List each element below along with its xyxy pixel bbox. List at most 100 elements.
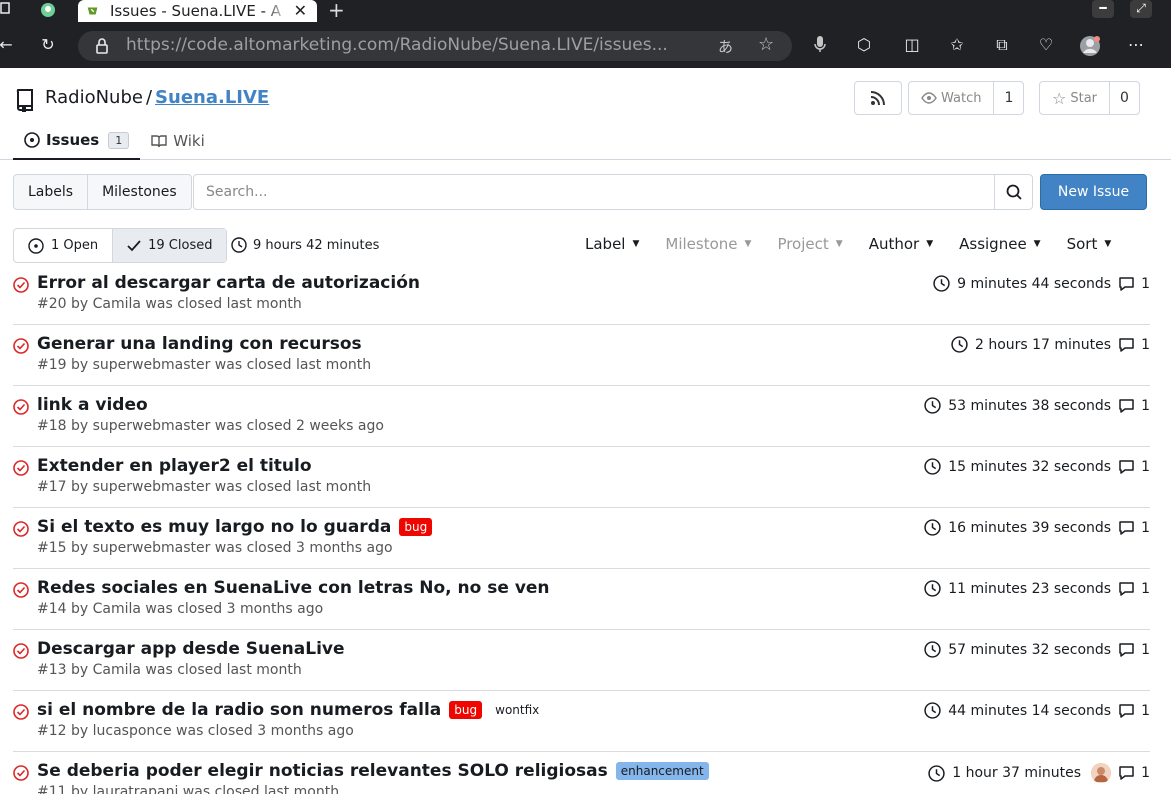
sort-dropdown[interactable]: Sort ▼ [1067, 235, 1112, 253]
tab-close-icon[interactable]: ✕ [294, 1, 307, 20]
caret-down-icon: ▼ [1033, 239, 1041, 249]
issue-open-icon [24, 132, 40, 148]
watch-count[interactable]: 1 [993, 82, 1023, 114]
new-issue-button[interactable]: New Issue [1040, 174, 1147, 210]
collections-icon[interactable]: ⧉ [990, 35, 1014, 55]
issue-title-line: Generar una landing con recursos [37, 334, 362, 354]
milestone-filter-dropdown[interactable]: Milestone ▼ [665, 235, 751, 253]
lock-icon[interactable] [95, 37, 109, 55]
star-icon: ☆ [1052, 88, 1067, 108]
browser-essentials-icon[interactable]: ♡ [1034, 35, 1058, 55]
comment-icon[interactable] [1118, 703, 1135, 719]
assignee-avatar[interactable] [1091, 763, 1112, 783]
issue-title-link[interactable]: si el nombre de la radio son numeros fal… [37, 700, 441, 720]
url-text[interactable]: https://code.altomarketing.com/RadioNube… [126, 35, 696, 55]
comment-icon[interactable] [1118, 642, 1135, 658]
comment-icon[interactable] [1118, 520, 1135, 536]
author-filter-dropdown[interactable]: Author ▼ [869, 235, 933, 253]
label-wontfix[interactable]: wontfix [490, 701, 545, 719]
issue-title-link[interactable]: Descargar app desde SuenaLive [37, 639, 345, 659]
comment-count[interactable]: 1 [1141, 276, 1150, 292]
label-enhancement[interactable]: enhancement [615, 762, 709, 780]
rss-button[interactable] [854, 81, 902, 115]
refresh-icon[interactable]: ↻ [36, 35, 60, 55]
issue-closed-icon [13, 460, 29, 480]
search-input[interactable] [194, 175, 994, 209]
issue-row: Se deberia poder elegir noticias relevan… [13, 752, 1150, 794]
issue-title-link[interactable]: Se deberia poder elegir noticias relevan… [37, 761, 608, 781]
issue-meta: #13 by Camila was closed last month [37, 662, 302, 678]
labels-button[interactable]: Labels [14, 175, 87, 209]
comment-icon[interactable] [1118, 276, 1135, 292]
issue-title-link[interactable]: Generar una landing con recursos [37, 334, 362, 354]
tab-wiki[interactable]: Wiki [140, 122, 216, 160]
issue-title-link[interactable]: link a video [37, 395, 148, 415]
comment-icon[interactable] [1118, 581, 1135, 597]
assignee-filter-dropdown[interactable]: Assignee ▼ [959, 235, 1040, 253]
label-bug[interactable]: bug [399, 518, 433, 536]
more-menu-icon[interactable]: ⋯ [1124, 35, 1148, 55]
eye-icon [921, 92, 937, 104]
minimize-icon[interactable]: ━ [1092, 0, 1114, 18]
clock-icon [924, 641, 941, 658]
check-icon [127, 239, 141, 251]
favorites-icon[interactable]: ✩ [945, 35, 969, 55]
address-bar[interactable]: https://code.altomarketing.com/RadioNube… [78, 31, 792, 61]
project-filter-dropdown[interactable]: Project ▼ [777, 235, 842, 253]
comment-count[interactable]: 1 [1141, 703, 1150, 719]
issue-title-link[interactable]: Error al descargar carta de autorización [37, 273, 420, 293]
repo-title: RadioNube / Suena.LIVE [45, 87, 269, 108]
split-screen-icon[interactable]: ◫ [900, 35, 924, 55]
star-count[interactable]: 0 [1109, 82, 1139, 114]
comment-icon[interactable] [1118, 337, 1135, 353]
issue-title-link[interactable]: Si el texto es muy largo no lo guarda [37, 517, 391, 537]
repo-owner-link[interactable]: RadioNube [45, 87, 143, 108]
issue-tracked-time: 57 minutes 32 seconds [948, 641, 1112, 658]
tab-active[interactable]: Issues - Suena.LIVE - A ✕ [78, 0, 317, 22]
url-host: https://code.altomarketing.com [126, 35, 394, 55]
star-button[interactable]: ☆ Star 0 [1039, 81, 1140, 115]
issue-row: Redes sociales en SuenaLive con letras N… [13, 569, 1150, 630]
comment-count[interactable]: 1 [1141, 642, 1150, 658]
clock-icon [231, 237, 247, 253]
profile-avatar[interactable] [1078, 35, 1102, 62]
comment-icon[interactable] [1118, 765, 1135, 781]
comment-icon[interactable] [1118, 398, 1135, 414]
tab-issues[interactable]: Issues 1 [13, 122, 141, 160]
favorite-star-icon[interactable]: ☆ [758, 34, 774, 55]
issue-state-toggle: 1 Open 19 Closed [13, 228, 228, 263]
back-icon[interactable]: ← [0, 35, 18, 55]
comment-count[interactable]: 1 [1141, 520, 1150, 536]
search-button[interactable] [994, 175, 1032, 209]
open-issues-button[interactable]: 1 Open [14, 229, 112, 262]
label-filter-dropdown[interactable]: Label ▼ [585, 235, 639, 253]
tab-inactive[interactable] [40, 0, 70, 22]
comment-icon[interactable] [1118, 459, 1135, 475]
comment-count[interactable]: 1 [1141, 337, 1150, 353]
issue-title-link[interactable]: Extender en player2 el titulo [37, 456, 312, 476]
new-tab-icon[interactable]: + [328, 0, 345, 20]
issue-stats: 9 minutes 44 seconds 1 [933, 275, 1150, 292]
microphone-icon[interactable] [808, 35, 832, 58]
repo-name-link[interactable]: Suena.LIVE [155, 87, 269, 108]
comment-count[interactable]: 1 [1141, 398, 1150, 414]
sidebar-toggle-icon[interactable] [0, 0, 12, 22]
read-aloud-icon[interactable]: あ [718, 36, 733, 57]
label-bug[interactable]: bug [449, 701, 483, 719]
issue-title-link[interactable]: Redes sociales en SuenaLive con letras N… [37, 578, 550, 598]
issue-title-line: Si el texto es muy largo no lo guarda bug [37, 517, 433, 537]
author-filter-text: Author [868, 235, 920, 253]
comment-count[interactable]: 1 [1141, 581, 1150, 597]
extensions-icon[interactable]: ⬡ [852, 35, 876, 55]
closed-issues-button[interactable]: 19 Closed [112, 229, 227, 262]
restore-icon[interactable]: ⤢ [1130, 0, 1152, 18]
milestones-button[interactable]: Milestones [87, 175, 191, 209]
comment-count[interactable]: 1 [1141, 459, 1150, 475]
issue-tracked-time: 11 minutes 23 seconds [948, 580, 1112, 597]
total-tracked-time: 9 hours 42 minutes [231, 237, 379, 253]
watch-button[interactable]: Watch 1 [908, 81, 1025, 115]
sort-text: Sort [1066, 235, 1098, 253]
issue-list: Error al descargar carta de autorización… [13, 264, 1150, 794]
comment-count[interactable]: 1 [1141, 765, 1150, 781]
issue-meta: #19 by superwebmaster was closed last mo… [37, 357, 372, 373]
